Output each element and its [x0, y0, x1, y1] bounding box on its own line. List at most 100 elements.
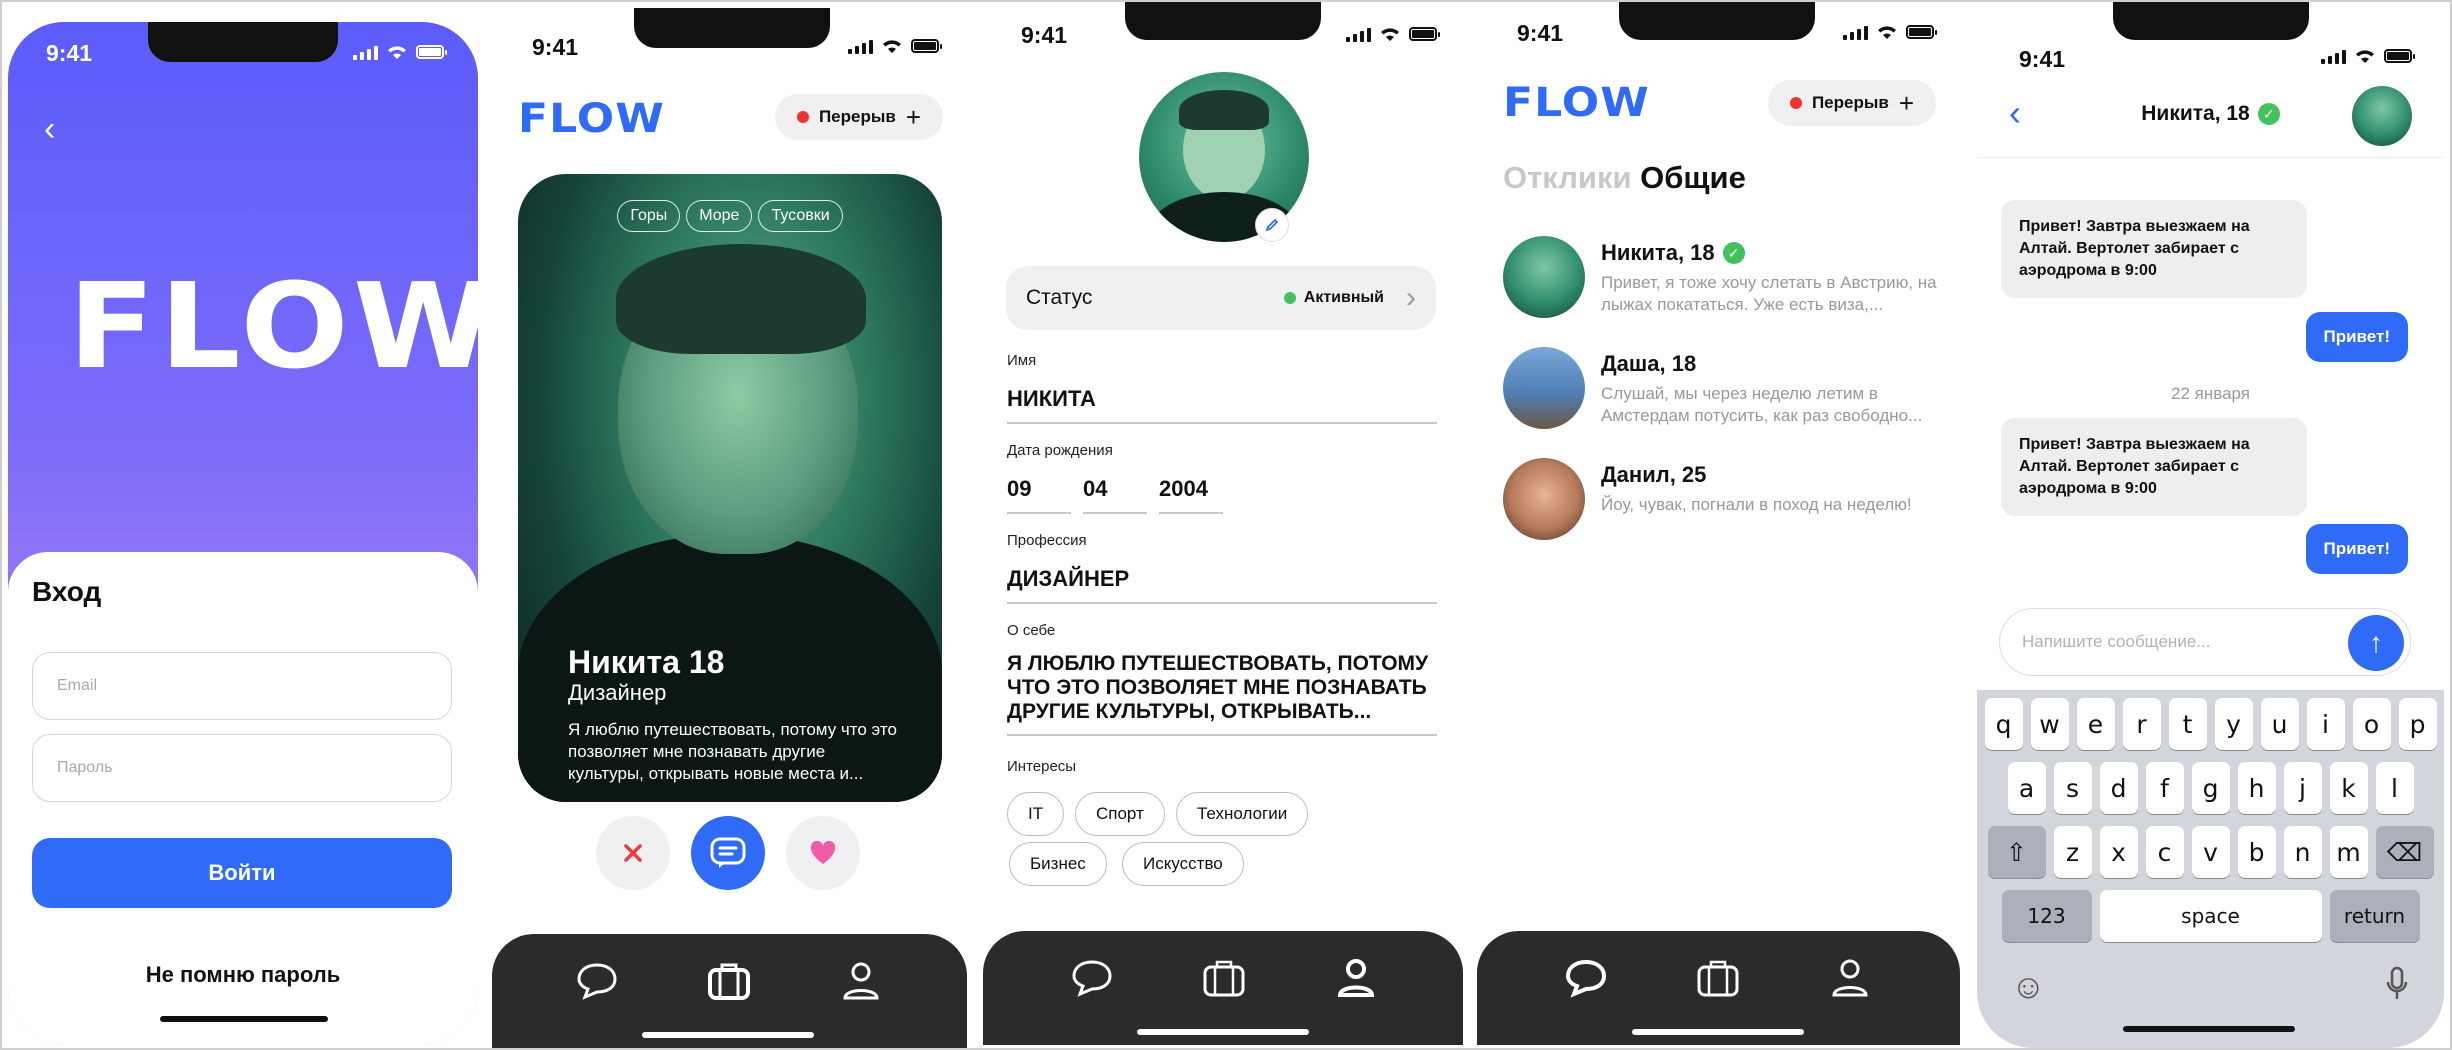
tab-chats[interactable]	[1561, 953, 1611, 1003]
key[interactable]: q	[1984, 698, 2023, 750]
key[interactable]: d	[2099, 762, 2138, 814]
forgot-password-link[interactable]: Не помню пароль	[8, 962, 478, 988]
key[interactable]: y	[2214, 698, 2253, 750]
interest-chip[interactable]: Спорт	[1075, 792, 1165, 836]
message-incoming: Привет! Завтра выезжаем на Алтай. Вертол…	[2001, 200, 2307, 298]
numbers-key[interactable]: 123	[2001, 890, 2092, 942]
shift-key[interactable]: ⇧	[1987, 826, 2046, 878]
interests-label: Интересы	[1007, 758, 1077, 775]
login-card: Вход Email Пароль Войти Не помню пароль	[8, 552, 478, 1044]
message-input[interactable]: Напишите сообщение... ↑	[1999, 608, 2411, 676]
tab-discover[interactable]	[1199, 953, 1249, 1003]
tab-discover[interactable]	[1693, 953, 1743, 1003]
email-field[interactable]: Email	[32, 652, 452, 720]
key[interactable]: m	[2329, 826, 2368, 878]
status-icons	[1346, 26, 1440, 42]
password-field[interactable]: Пароль	[32, 734, 452, 802]
person-icon	[1832, 959, 1868, 997]
interest-chip[interactable]: Технологии	[1176, 792, 1309, 836]
status-time: 9:41	[1517, 20, 1564, 46]
key[interactable]: j	[2283, 762, 2322, 814]
dislike-button[interactable]	[596, 816, 670, 890]
keyboard-row-3: ⇧ z x c v b n m ⌫	[1977, 826, 2444, 878]
chat-list-item[interactable]: Никита, 18 ✓ Привет, я тоже хочу слетать …	[1503, 236, 1943, 328]
battery-icon	[2384, 49, 2415, 63]
chat-name-group: Данил, 25	[1601, 462, 1706, 488]
profession-field[interactable]: ДИЗАЙНЕР	[1007, 566, 1437, 604]
battery-icon	[911, 39, 942, 53]
key[interactable]: k	[2329, 762, 2368, 814]
keyboard-row-4: 123 space return	[1977, 890, 2444, 942]
name-field[interactable]: НИКИТА	[1007, 386, 1437, 424]
tab-chats[interactable]	[572, 956, 622, 1006]
key[interactable]: b	[2237, 826, 2276, 878]
status-value-group: Активный ›	[1283, 281, 1416, 315]
key[interactable]: c	[2145, 826, 2184, 878]
interest-chip[interactable]: Искусство	[1122, 842, 1244, 886]
chat-list-item[interactable]: Даша, 18 Слушай, мы через неделю летим в…	[1503, 347, 1943, 439]
tab-profile[interactable]	[836, 956, 886, 1006]
space-key[interactable]: space	[2099, 890, 2322, 942]
tab-profile[interactable]	[1331, 953, 1381, 1003]
key[interactable]: t	[2168, 698, 2207, 750]
home-indicator	[2123, 1026, 2295, 1032]
heart-icon	[810, 840, 836, 864]
key[interactable]: a	[2007, 762, 2046, 814]
key[interactable]: s	[2053, 762, 2092, 814]
break-button[interactable]: Перерыв +	[1767, 80, 1936, 126]
key[interactable]: n	[2283, 826, 2322, 878]
key[interactable]: w	[2030, 698, 2069, 750]
wifi-icon	[2356, 50, 2374, 63]
message-incoming: Привет! Завтра выезжаем на Алтай. Вертол…	[2001, 418, 2307, 516]
birth-day-field[interactable]: 09	[1007, 476, 1071, 514]
avatar	[1503, 347, 1585, 429]
tab-general[interactable]: Общие	[1640, 160, 1746, 195]
edit-avatar-button[interactable]	[1255, 208, 1289, 242]
login-button[interactable]: Войти	[32, 838, 452, 908]
status-time: 9:41	[46, 40, 93, 66]
emoji-icon[interactable]: ☺	[2011, 968, 2046, 1007]
birth-month-field[interactable]: 04	[1083, 476, 1147, 514]
key[interactable]: v	[2191, 826, 2230, 878]
tab-profile[interactable]	[1825, 953, 1875, 1003]
break-label: Перерыв	[818, 107, 896, 126]
verified-check-icon: ✓	[2257, 103, 2280, 125]
back-chevron-icon[interactable]: ‹	[44, 110, 55, 149]
keyboard: q w e r t y u i o p a s d f g h j k l ⇧ …	[1977, 690, 2444, 1048]
backspace-icon: ⌫	[2386, 837, 2423, 867]
tab-discover[interactable]	[704, 956, 754, 1006]
interest-chip[interactable]: Бизнес	[1009, 842, 1107, 886]
key[interactable]: u	[2260, 698, 2299, 750]
key[interactable]: l	[2375, 762, 2414, 814]
tab-chats[interactable]	[1067, 953, 1117, 1003]
birth-year-field[interactable]: 2004	[1159, 476, 1223, 514]
key[interactable]: o	[2352, 698, 2391, 750]
interest-chip[interactable]: IT	[1007, 792, 1065, 836]
key[interactable]: r	[2122, 698, 2161, 750]
key[interactable]: z	[2053, 826, 2092, 878]
key[interactable]: f	[2145, 762, 2184, 814]
chat-list-item[interactable]: Данил, 25 Йоу, чувак, погнали в поход на…	[1503, 458, 1943, 550]
chat-title: Никита, 18	[2141, 102, 2250, 125]
key[interactable]: g	[2191, 762, 2230, 814]
name-label: Имя	[1007, 352, 1037, 369]
message-button[interactable]	[691, 816, 765, 890]
like-button[interactable]	[786, 816, 860, 890]
break-button[interactable]: Перерыв +	[774, 94, 943, 140]
microphone-icon[interactable]	[2386, 966, 2408, 1007]
key[interactable]: h	[2237, 762, 2276, 814]
return-key[interactable]: return	[2329, 890, 2420, 942]
chevron-right-icon: ›	[1406, 281, 1416, 314]
avatar[interactable]	[2352, 86, 2412, 146]
delete-key[interactable]: ⌫	[2375, 826, 2434, 878]
key[interactable]: i	[2306, 698, 2345, 750]
key[interactable]: e	[2076, 698, 2115, 750]
key[interactable]: p	[2398, 698, 2437, 750]
status-row[interactable]: Статус Активный ›	[1006, 266, 1436, 330]
conversation-screen: 9:41 ‹ Никита, 18 ✓ Привет! Завтра выезж…	[1977, 0, 2444, 1048]
tab-responses[interactable]: Отклики	[1503, 160, 1632, 195]
send-button[interactable]: ↑	[2348, 615, 2404, 671]
key[interactable]: x	[2099, 826, 2138, 878]
about-field[interactable]: Я ЛЮБЛЮ ПУТЕШЕСТВОВАТЬ, ПОТОМУ ЧТО ЭТО П…	[1007, 652, 1437, 736]
profile-card[interactable]: Горы Море Тусовки Никита 18 Дизайнер Я л…	[518, 174, 942, 802]
